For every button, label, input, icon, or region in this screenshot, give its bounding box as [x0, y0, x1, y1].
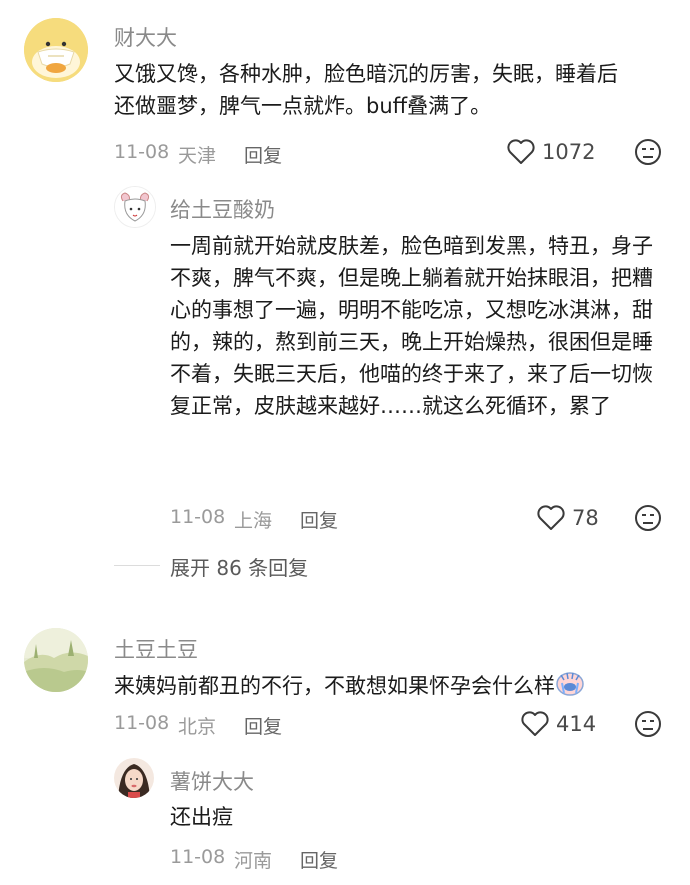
dislike-button[interactable] — [634, 138, 662, 170]
dislike-button[interactable] — [634, 710, 662, 742]
landscape-avatar-icon — [24, 628, 88, 692]
comment-date: 11-08 — [114, 141, 170, 163]
commenter-name[interactable]: 财大大 — [114, 22, 177, 52]
comment-text: 来姨妈前都丑的不行，不敢想如果怀孕会什么样 — [114, 670, 674, 702]
like-button[interactable]: 78 — [536, 504, 599, 532]
avatar[interactable] — [114, 186, 156, 228]
like-count: 1072 — [542, 140, 596, 164]
comment-text: 又饿又馋，各种水肿，脸色暗沉的厉害，失眠，睡着后还做噩梦，脾气一点就炸。buff… — [114, 62, 618, 118]
like-count: 414 — [556, 712, 597, 736]
expand-divider — [114, 565, 160, 566]
commenter-name[interactable]: 给土豆酸奶 — [170, 194, 275, 224]
comment-location: 北京 — [178, 716, 217, 738]
commenter-name[interactable]: 薯饼大大 — [170, 766, 254, 796]
heart-outline-icon — [521, 711, 549, 736]
comment-text-content: 来姨妈前都丑的不行，不敢想如果怀孕会什么样 — [114, 674, 555, 698]
heart-outline-icon — [507, 139, 535, 164]
frown-face-icon — [635, 711, 661, 737]
like-button[interactable]: 414 — [520, 710, 596, 738]
reply-button[interactable]: 回复 — [244, 712, 282, 739]
commenter-name[interactable]: 土豆土豆 — [114, 634, 198, 664]
reply-location: 上海 — [234, 510, 273, 532]
heart-outline-icon — [537, 505, 565, 530]
reply-text: 还出痘 — [170, 805, 233, 829]
reply-date: 11-08 — [170, 506, 226, 528]
frown-face-icon — [635, 139, 661, 165]
frown-face-icon — [635, 505, 661, 531]
expand-replies-button[interactable]: 展开 86 条回复 — [170, 552, 308, 581]
like-button[interactable]: 1072 — [506, 138, 595, 166]
duck-avatar-icon — [24, 18, 88, 82]
comment-location: 天津 — [178, 145, 217, 167]
avatar[interactable] — [114, 758, 154, 798]
dislike-button[interactable] — [634, 504, 662, 536]
reply-date: 11-08 — [170, 846, 226, 868]
photo-avatar-icon — [114, 758, 154, 798]
like-count: 78 — [572, 506, 599, 530]
crying-face-emoji-icon — [556, 672, 584, 696]
avatar[interactable] — [24, 628, 88, 692]
comment-date: 11-08 — [114, 712, 170, 734]
avatar[interactable] — [24, 18, 88, 82]
cartoon-face-avatar-icon — [115, 187, 155, 227]
reply-location: 河南 — [234, 850, 273, 872]
reply-button[interactable]: 回复 — [300, 506, 338, 533]
reply-text: 一周前就开始就皮肤差，脸色暗到发黑，特丑，身子不爽，脾气不爽，但是晚上躺着就开始… — [170, 234, 653, 418]
reply-button[interactable]: 回复 — [244, 141, 282, 168]
reply-button[interactable]: 回复 — [300, 846, 338, 873]
